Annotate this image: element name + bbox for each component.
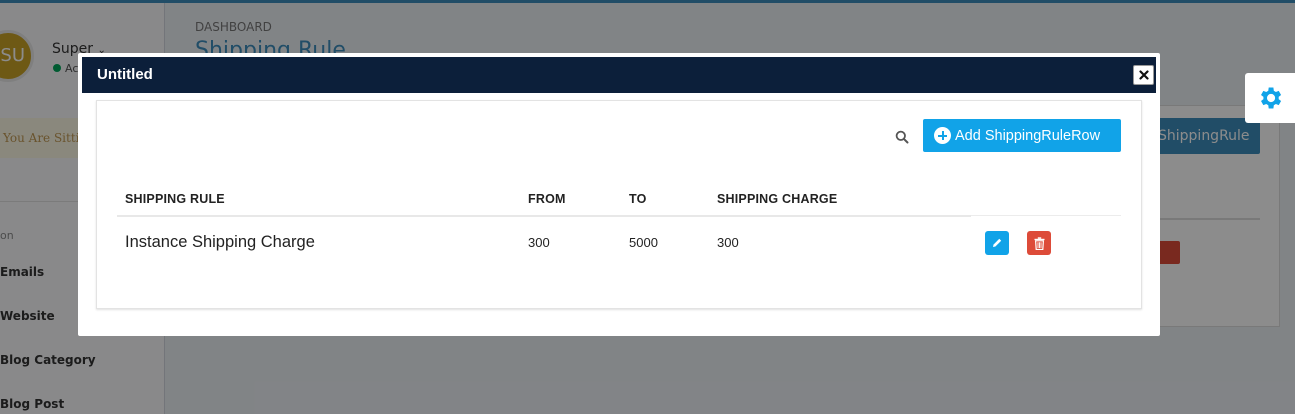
column-header-shipping-rule: SHIPPING RULE bbox=[125, 192, 225, 206]
close-button[interactable] bbox=[1133, 65, 1154, 85]
modal-dialog: Untitled Add ShippingRuleRow SHIPPING RU… bbox=[78, 53, 1160, 336]
cell-to: 5000 bbox=[629, 235, 658, 250]
column-header-shipping-charge: SHIPPING CHARGE bbox=[717, 192, 838, 206]
column-header-from: FROM bbox=[528, 192, 566, 206]
cell-shipping-rule: Instance Shipping Charge bbox=[125, 233, 315, 251]
modal-header: Untitled bbox=[82, 57, 1156, 93]
add-button-label: Add ShippingRuleRow bbox=[955, 127, 1101, 144]
delete-button[interactable] bbox=[1027, 231, 1051, 255]
modal-title: Untitled bbox=[97, 66, 153, 83]
table-header-divider bbox=[971, 215, 1121, 216]
pencil-icon bbox=[993, 238, 1002, 247]
settings-tab[interactable] bbox=[1245, 73, 1295, 123]
gear-icon bbox=[1261, 87, 1282, 109]
edit-button[interactable] bbox=[985, 231, 1009, 255]
trash-icon bbox=[1034, 236, 1044, 250]
cell-from: 300 bbox=[528, 235, 550, 250]
plus-circle-icon bbox=[934, 127, 951, 144]
column-header-to: TO bbox=[629, 192, 647, 206]
modal-body: Add ShippingRuleRow SHIPPING RULE FROM T… bbox=[96, 100, 1142, 309]
add-shipping-rule-row-button[interactable]: Add ShippingRuleRow bbox=[923, 119, 1121, 152]
close-icon bbox=[1138, 70, 1149, 80]
search-icon bbox=[895, 130, 909, 144]
search-button[interactable] bbox=[895, 129, 909, 144]
cell-shipping-charge: 300 bbox=[717, 235, 739, 250]
table-header-divider bbox=[117, 215, 971, 217]
